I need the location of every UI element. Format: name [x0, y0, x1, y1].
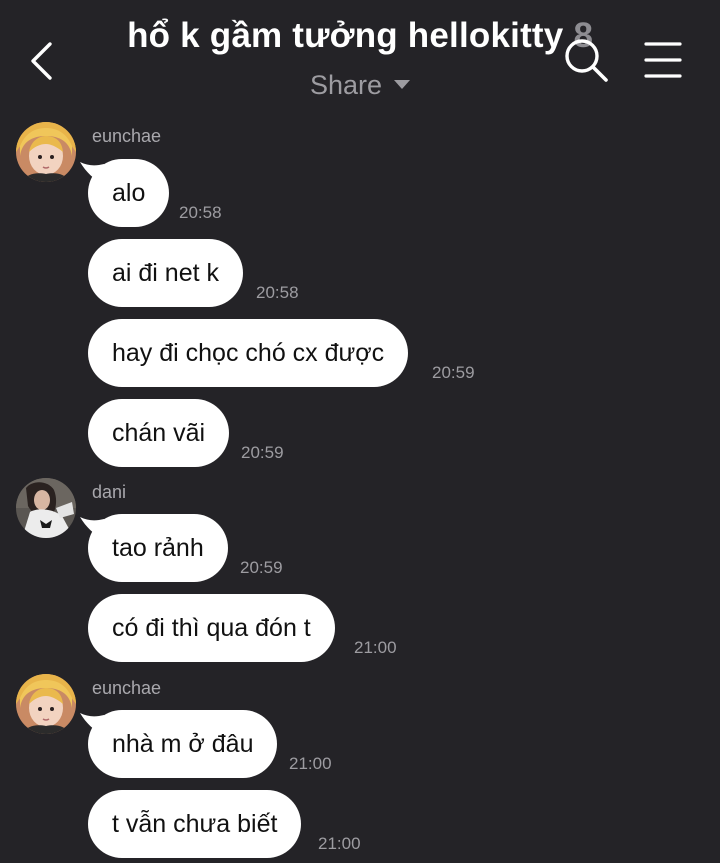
message-time: 21:00: [318, 834, 361, 853]
message-bubble[interactable]: nhà m ở đâu: [88, 710, 278, 778]
message-text: tao rảnh: [112, 533, 204, 562]
message-time: 20:59: [432, 363, 475, 382]
share-label: Share: [309, 70, 383, 100]
message-bubble[interactable]: t vẫn chưa biết: [88, 790, 302, 858]
message-bubble[interactable]: hay đi chọc chó cx được: [88, 319, 409, 387]
message-text: có đi thì qua đón t: [112, 613, 311, 642]
dropdown-caret-icon: [394, 80, 411, 90]
message-bubble[interactable]: tao rảnh: [88, 514, 228, 582]
message-time: 20:58: [179, 203, 222, 222]
message-bubble[interactable]: alo: [88, 159, 170, 227]
message-time: 21:00: [289, 754, 332, 773]
message-text: t vẫn chưa biết: [112, 809, 278, 838]
message-text: chán vãi: [112, 418, 206, 447]
avatar-eunchae[interactable]: [16, 674, 76, 734]
search-icon: [565, 39, 608, 82]
sender-name: eunchae: [92, 126, 162, 146]
menu-icon: [644, 42, 682, 78]
message-text: alo: [112, 178, 146, 207]
avatar-dani[interactable]: [16, 478, 76, 538]
message-text: hay đi chọc chó cx được: [112, 338, 385, 367]
chat-title: hổ k gầm tưởng hellokitty: [127, 16, 564, 55]
sender-name: dani: [92, 482, 127, 502]
message-text: ai đi net k: [112, 258, 220, 287]
chat-header: hổ k gầm tưởng hellokitty 8 Share: [0, 0, 720, 112]
message-time: 21:00: [354, 638, 397, 657]
avatar-image: [16, 122, 76, 182]
share-dropdown[interactable]: Share: [0, 70, 720, 101]
message-time: 20:59: [240, 558, 283, 577]
avatar-image: [16, 478, 76, 538]
avatar-eunchae[interactable]: [16, 122, 76, 182]
message-bubble[interactable]: có đi thì qua đón t: [88, 594, 335, 662]
avatar-image: [16, 674, 76, 734]
chat-screen: hổ k gầm tưởng hellokitty 8 Share euncha…: [0, 0, 720, 863]
sender-name: eunchae: [92, 678, 162, 698]
menu-button[interactable]: [644, 40, 682, 80]
chat-title-area[interactable]: hổ k gầm tưởng hellokitty 8: [120, 16, 600, 66]
message-text: nhà m ở đâu: [112, 729, 254, 758]
search-button[interactable]: [562, 36, 610, 84]
message-time: 20:59: [241, 443, 284, 462]
message-time: 20:58: [256, 283, 299, 302]
message-bubble[interactable]: ai đi net k: [88, 239, 244, 307]
message-bubble[interactable]: chán vãi: [88, 399, 230, 467]
